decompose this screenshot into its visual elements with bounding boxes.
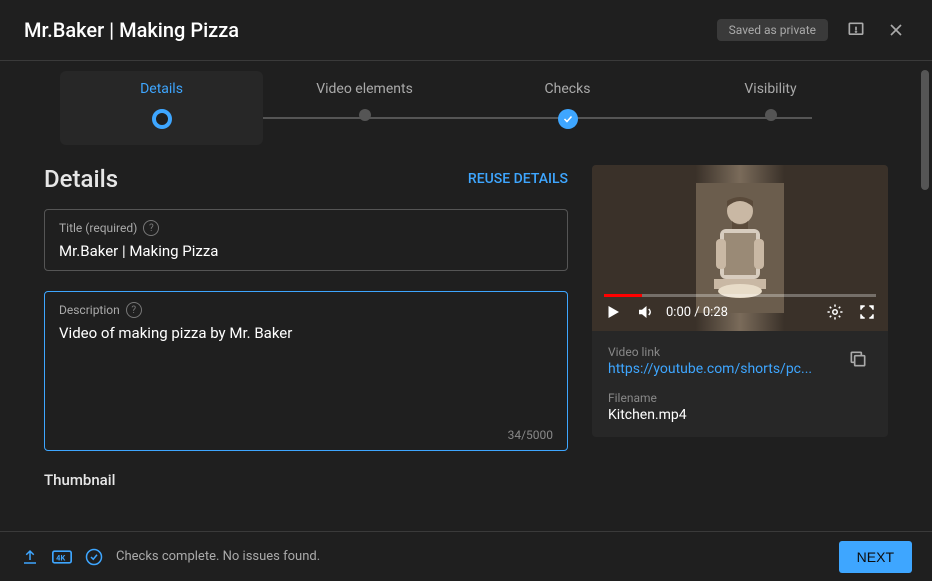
fullscreen-icon[interactable]	[856, 301, 878, 323]
section-title: Details	[44, 165, 118, 193]
right-column: 0:00 / 0:28 Video link https://youtube.c…	[592, 165, 888, 550]
title-input[interactable]	[59, 242, 553, 260]
help-icon[interactable]: ?	[126, 302, 142, 318]
step-video-elements[interactable]: Video elements	[263, 81, 466, 145]
link-row: Video link https://youtube.com/shorts/pc…	[608, 345, 872, 377]
volume-icon[interactable]	[634, 301, 656, 323]
video-link[interactable]: https://youtube.com/shorts/pc...	[608, 361, 812, 377]
stepper: Details Video elements Checks Visibility	[0, 61, 932, 155]
title-field[interactable]: Title (required) ?	[44, 209, 568, 271]
saved-pill: Saved as private	[717, 19, 828, 41]
char-counter: 34/5000	[508, 428, 553, 442]
svg-text:4K: 4K	[56, 553, 65, 562]
copy-icon[interactable]	[848, 349, 872, 373]
close-icon[interactable]	[884, 18, 908, 42]
main-content: Details REUSE DETAILS Title (required) ?…	[0, 155, 932, 560]
thumbnail-heading: Thumbnail	[44, 471, 568, 489]
header-actions: Saved as private	[717, 18, 908, 42]
step-checks[interactable]: Checks	[466, 81, 669, 145]
left-column: Details REUSE DETAILS Title (required) ?…	[44, 165, 568, 550]
scrollbar[interactable]	[921, 70, 929, 190]
step-details[interactable]: Details	[60, 71, 263, 145]
step-dot	[765, 109, 777, 121]
video-time: 0:00 / 0:28	[666, 305, 728, 320]
help-icon[interactable]: ?	[143, 220, 159, 236]
dialog-title: Mr.Baker | Making Pizza	[24, 18, 239, 42]
play-icon[interactable]	[602, 301, 624, 323]
video-controls: 0:00 / 0:28	[592, 293, 888, 331]
video-preview-card: 0:00 / 0:28 Video link https://youtube.c…	[592, 165, 888, 437]
check-circle-icon	[84, 547, 104, 567]
upload-icon	[20, 547, 40, 567]
description-label: Description ?	[59, 302, 553, 318]
description-input[interactable]	[59, 324, 553, 414]
settings-icon[interactable]	[824, 301, 846, 323]
status-text: Checks complete. No issues found.	[116, 549, 320, 564]
footer-status: 4K Checks complete. No issues found.	[20, 547, 320, 567]
footer: 4K Checks complete. No issues found. NEX…	[0, 531, 932, 581]
step-dot	[359, 109, 371, 121]
link-label: Video link	[608, 345, 812, 359]
step-dot-check	[558, 109, 578, 129]
filename-label: Filename	[608, 391, 872, 405]
dialog-header: Mr.Baker | Making Pizza Saved as private	[0, 0, 932, 61]
title-label: Title (required) ?	[59, 220, 553, 236]
section-head: Details REUSE DETAILS	[44, 165, 568, 193]
step-dot-active	[152, 109, 172, 129]
description-field[interactable]: Description ? 34/5000	[44, 291, 568, 451]
hd-icon: 4K	[52, 547, 72, 567]
reuse-details-button[interactable]: REUSE DETAILS	[468, 171, 568, 187]
filename-value: Kitchen.mp4	[608, 407, 872, 423]
video-player[interactable]: 0:00 / 0:28	[592, 165, 888, 331]
step-visibility[interactable]: Visibility	[669, 81, 872, 145]
video-meta: Video link https://youtube.com/shorts/pc…	[592, 331, 888, 437]
feedback-icon[interactable]	[844, 18, 868, 42]
filename-row: Filename Kitchen.mp4	[608, 391, 872, 423]
next-button[interactable]: NEXT	[839, 541, 912, 573]
